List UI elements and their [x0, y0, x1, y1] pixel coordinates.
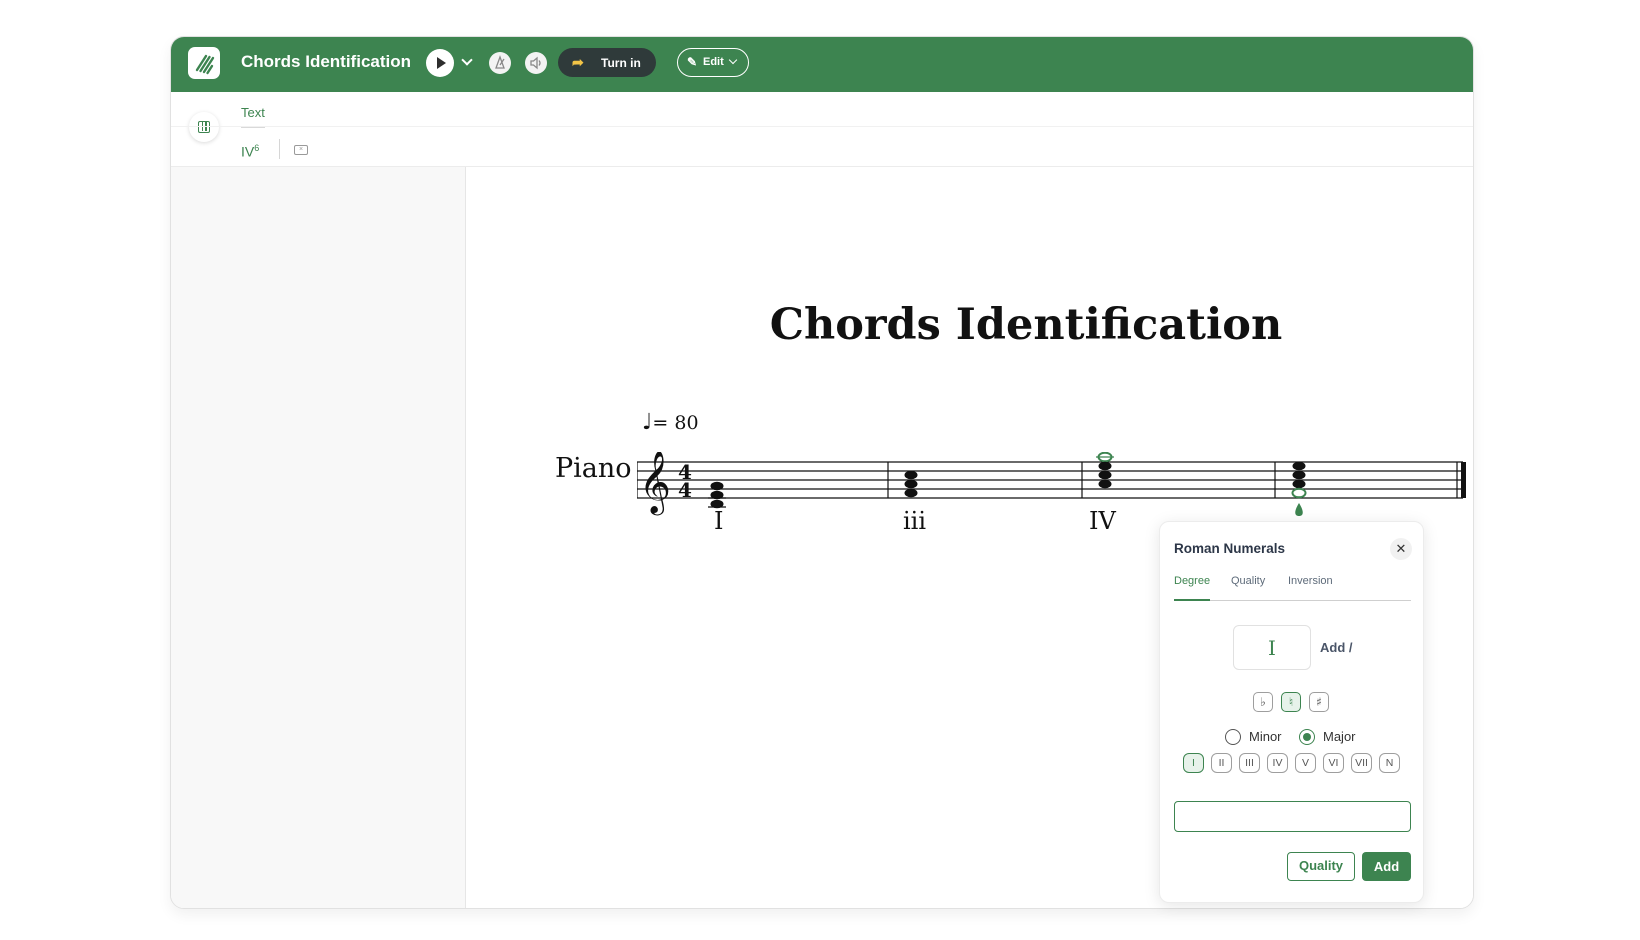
treble-clef-icon: 𝄞 [639, 452, 671, 516]
tab-text[interactable]: Text [241, 105, 265, 128]
add-slash-button[interactable]: Add / [1320, 640, 1353, 655]
tempo-value: = 80 [652, 412, 699, 434]
degree-button-i[interactable]: I [1183, 753, 1204, 773]
turn-in-button[interactable]: ➦ Turn in [558, 48, 656, 77]
top-header: Chords Identification ➦ Turn in ✎ Edit [171, 37, 1473, 92]
chip-base: IV [241, 143, 255, 160]
tab-quality[interactable]: Quality [1231, 575, 1265, 587]
sharp-button[interactable]: ♯ [1309, 692, 1329, 712]
final-barline [1461, 462, 1466, 498]
roman-numeral-chip[interactable]: IV6 [241, 143, 259, 160]
toolbar-separator [279, 139, 280, 159]
app-title: Chords Identification [241, 52, 411, 71]
instrument-label: Piano [555, 453, 632, 484]
popup-tabs: Degree Quality Inversion [1174, 575, 1411, 601]
text-toolbar: Text IV6 × [171, 92, 1473, 167]
natural-button[interactable]: ♮ [1281, 692, 1301, 712]
degree-button-v[interactable]: V [1295, 753, 1316, 773]
roman-numeral-label[interactable]: IV [1089, 507, 1116, 535]
degree-button-vi[interactable]: VI [1323, 753, 1344, 773]
speaker-icon[interactable] [525, 52, 547, 74]
roman-numeral-label[interactable]: I [714, 507, 723, 535]
piano-keyboard-icon [198, 121, 210, 133]
roman-numerals-popup: Roman Numerals ✕ Degree Quality Inversio… [1159, 521, 1424, 903]
degree-button-n[interactable]: N [1379, 753, 1400, 773]
major-label: Major [1323, 729, 1356, 744]
turn-in-arrow-icon: ➦ [572, 54, 584, 70]
chord-iii [904, 470, 918, 498]
chevron-down-icon[interactable] [461, 54, 473, 66]
close-icon[interactable]: ✕ [1390, 538, 1412, 560]
minor-label: Minor [1249, 729, 1282, 744]
cursor-drop-icon [1295, 503, 1303, 516]
degree-display: I [1233, 625, 1311, 670]
app-logo-icon[interactable] [188, 47, 220, 79]
turn-in-label: Turn in [601, 56, 641, 70]
roman-numeral-input[interactable] [1174, 801, 1411, 832]
piano-keyboard-button[interactable] [189, 112, 219, 142]
metronome-icon[interactable] [489, 52, 511, 74]
degree-button-ii[interactable]: II [1211, 753, 1232, 773]
score-title: Chords Identification [769, 300, 1283, 350]
left-sidebar [171, 167, 466, 908]
play-icon[interactable] [426, 49, 454, 77]
pencil-icon: ✎ [687, 55, 698, 69]
tab-inversion[interactable]: Inversion [1288, 575, 1333, 587]
edit-button[interactable]: ✎ Edit [677, 48, 749, 77]
edit-label: Edit [703, 56, 724, 68]
time-sig-bottom: 4 [678, 478, 692, 502]
flat-button[interactable]: ♭ [1253, 692, 1273, 712]
chevron-down-icon [728, 55, 738, 65]
tab-degree[interactable]: Degree [1174, 575, 1211, 601]
quarter-note-icon: ♩ [642, 410, 653, 435]
quality-button[interactable]: Quality [1287, 852, 1355, 881]
music-staff[interactable]: 𝄞 4 4 [637, 452, 1469, 532]
backspace-icon[interactable]: × [294, 145, 308, 155]
chip-superscript: 6 [254, 143, 260, 153]
roman-numeral-label[interactable]: iii [903, 507, 926, 535]
popup-title: Roman Numerals [1174, 541, 1286, 556]
toolbar-divider [171, 126, 1473, 127]
major-radio[interactable] [1299, 729, 1315, 745]
chord-I [708, 481, 726, 509]
degree-button-vii[interactable]: VII [1351, 753, 1372, 773]
tempo-marking: ♩= 80 [642, 410, 699, 435]
degree-button-iii[interactable]: III [1239, 753, 1260, 773]
minor-radio[interactable] [1225, 729, 1241, 745]
degree-button-iv[interactable]: IV [1267, 753, 1288, 773]
add-button[interactable]: Add [1362, 852, 1411, 881]
